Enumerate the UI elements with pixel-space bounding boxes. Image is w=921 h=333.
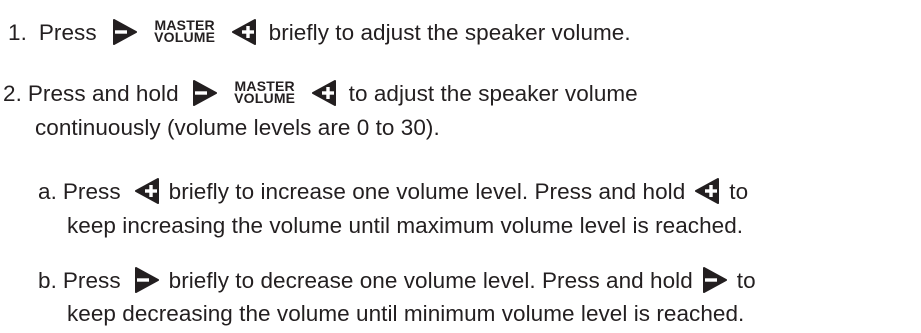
instruction-document: 1. Press MASTER VOLUME briefly to adjust the… <box>0 0 921 333</box>
master-volume-line-2: VOLUME <box>154 29 216 46</box>
step-2-continuation-text: continuously (volume levels are 0 to 30)… <box>35 115 440 141</box>
volume-down-icon <box>112 19 137 46</box>
sub-step-a-letter: a. <box>38 179 57 205</box>
sub-step-a-continuation: keep increasing the volume until maximum… <box>67 211 743 239</box>
step-1-press-text: Press <box>38 20 97 46</box>
volume-down-icon <box>192 80 217 107</box>
volume-down-icon <box>702 267 727 294</box>
step-1-rest-text: briefly to adjust the speaker volume. <box>268 20 631 46</box>
sub-step-b-continuation-text: keep decreasing the volume until minimum… <box>67 301 745 327</box>
sub-step-b: b. Press briefly to decrease one volume le… <box>38 266 756 294</box>
sub-step-a: a. Press briefly to increase one volume le… <box>38 177 748 205</box>
sub-step-b-to-text: to <box>736 268 756 294</box>
sub-step-b-mid-text: briefly to decrease one volume level. Pr… <box>168 268 693 294</box>
sub-step-b-letter: b. <box>38 268 57 294</box>
sub-step-a-continuation-text: keep increasing the volume until maximum… <box>67 213 744 239</box>
master-volume-line-2: VOLUME <box>234 90 296 107</box>
step-2-rest-text: to adjust the speaker volume <box>348 81 638 107</box>
step-2-continuation: continuously (volume levels are 0 to 30)… <box>35 113 440 141</box>
step-2-press-hold-text: Press and hold <box>27 81 179 107</box>
volume-up-icon <box>231 19 256 46</box>
volume-up-icon <box>695 178 720 205</box>
step-2: 2. Press and hold MASTER VOLUME to adjust th… <box>0 79 638 107</box>
sub-step-b-press-text: Press <box>62 268 121 294</box>
sub-step-b-continuation: keep decreasing the volume until minimum… <box>67 299 744 327</box>
step-1: 1. Press MASTER VOLUME briefly to adjust the… <box>0 18 631 46</box>
sub-step-a-press-text: Press <box>62 179 121 205</box>
step-1-number: 1. <box>8 20 27 46</box>
sub-step-a-mid-text: briefly to increase one volume level. Pr… <box>168 179 686 205</box>
master-volume-label: MASTER VOLUME <box>147 18 223 46</box>
volume-up-icon <box>311 80 336 107</box>
master-volume-label: MASTER VOLUME <box>227 79 303 107</box>
sub-step-a-to-text: to <box>729 179 749 205</box>
step-2-number: 2. <box>3 81 22 107</box>
volume-up-icon <box>134 178 159 205</box>
volume-down-icon <box>134 267 159 294</box>
